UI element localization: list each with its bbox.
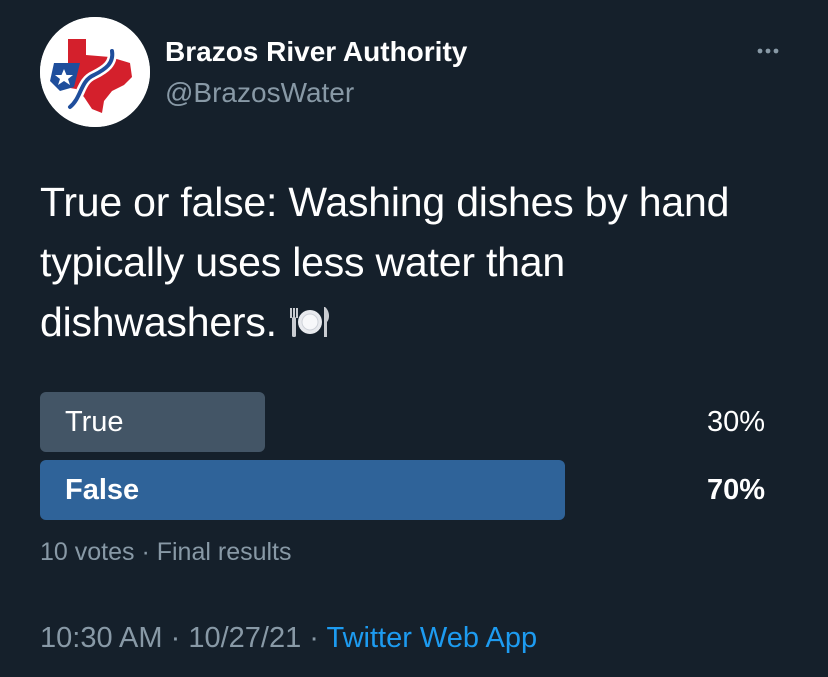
poll-option-percent: 70%	[706, 474, 765, 506]
poll-option-true: True 30%	[40, 392, 765, 452]
poll-vote-count: 10 votes	[40, 538, 135, 566]
more-options-icon[interactable]	[748, 36, 788, 66]
fork-and-knife-with-plate-icon	[287, 302, 333, 342]
poll-meta: 10 votes · Final results	[40, 536, 292, 568]
poll-option-false: False 70%	[40, 460, 765, 520]
author-handle[interactable]: @BrazosWater	[165, 76, 354, 110]
tweet-date[interactable]: 10/27/21	[188, 622, 301, 654]
author-name[interactable]: Brazos River Authority	[165, 34, 467, 70]
tweet-text: True or false: Washing dishes by hand ty…	[40, 172, 800, 352]
tweet-body: True or false: Washing dishes by hand ty…	[40, 179, 730, 345]
poll-option-label: False	[65, 474, 140, 506]
separator-dot: ·	[301, 622, 327, 654]
separator-dot: ·	[162, 622, 189, 654]
brazos-river-authority-logo-icon	[40, 17, 150, 127]
separator-dot: ·	[134, 538, 157, 566]
poll-option-label: True	[65, 406, 124, 438]
poll-status: Final results	[156, 538, 292, 566]
avatar[interactable]	[40, 17, 150, 127]
poll-option-percent: 30%	[706, 406, 765, 438]
tweet-source-link[interactable]: Twitter Web App	[326, 622, 537, 654]
tweet-time[interactable]: 10:30 AM	[40, 622, 163, 654]
tweet-footer: 10:30 AM · 10/27/21 · Twitter Web App	[40, 618, 537, 658]
